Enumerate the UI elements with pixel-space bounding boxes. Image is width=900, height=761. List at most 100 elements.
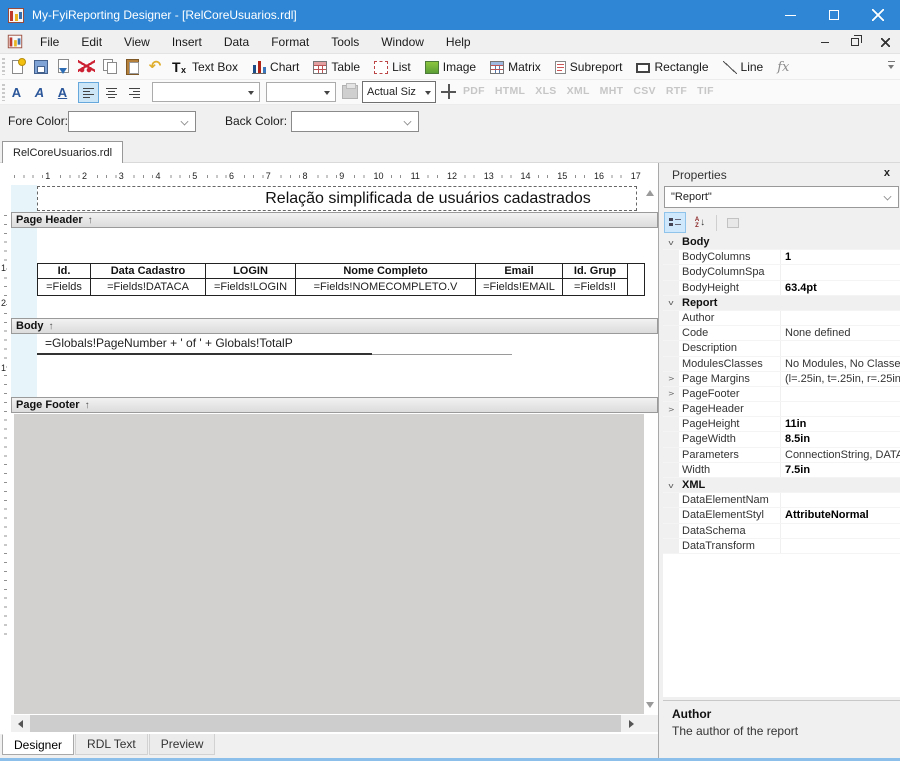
property-value[interactable] bbox=[781, 539, 900, 553]
property-row[interactable]: DataElementNam bbox=[663, 493, 900, 508]
property-row[interactable]: BodyColumnSpa bbox=[663, 265, 900, 280]
insert-toolbar-button[interactable]: Line bbox=[718, 56, 769, 78]
table-header-cell[interactable]: LOGIN bbox=[206, 264, 295, 279]
table-header-cell[interactable]: Id. bbox=[38, 264, 90, 279]
zoom-select[interactable]: Actual Siz bbox=[362, 81, 436, 103]
scrollbar-thumb[interactable] bbox=[30, 715, 621, 732]
property-value[interactable]: (l=.25in, t=.25in, r=.25in, b=.25in) bbox=[781, 372, 900, 386]
property-row[interactable]: Author bbox=[663, 311, 900, 326]
property-value[interactable] bbox=[781, 265, 900, 279]
export-format-label[interactable]: PDF bbox=[463, 85, 485, 97]
print-icon[interactable] bbox=[342, 85, 358, 99]
export-format-label[interactable]: XML bbox=[567, 85, 590, 97]
property-value[interactable]: 8.5in bbox=[781, 432, 900, 446]
property-value[interactable]: No Modules, No Classes defined bbox=[781, 357, 900, 371]
export-button[interactable] bbox=[53, 57, 73, 77]
property-row[interactable]: DataElementStyl AttributeNormal bbox=[663, 508, 900, 523]
cut-button[interactable] bbox=[76, 57, 96, 77]
font-size-select[interactable] bbox=[266, 82, 336, 102]
export-format-label[interactable]: HTML bbox=[495, 85, 525, 97]
property-row[interactable]: v XML bbox=[663, 478, 900, 493]
minimize-button[interactable] bbox=[768, 0, 812, 30]
menu-item[interactable]: Tools bbox=[320, 31, 370, 53]
paste-button[interactable] bbox=[122, 57, 142, 77]
insert-toolbar-button[interactable]: Chart bbox=[247, 56, 304, 78]
mdi-restore-button[interactable] bbox=[848, 34, 862, 50]
view-tab[interactable]: Designer bbox=[2, 734, 74, 755]
export-format-label[interactable]: RTF bbox=[666, 85, 687, 97]
document-tab[interactable]: RelCoreUsuarios.rdl bbox=[2, 141, 123, 163]
table-value-cell[interactable]: =Fields bbox=[38, 279, 90, 295]
view-tab[interactable]: RDL Text bbox=[75, 734, 148, 755]
table-header-cell[interactable]: Email bbox=[476, 264, 562, 279]
font-style-button[interactable]: A bbox=[29, 82, 50, 103]
property-value[interactable]: 1 bbox=[781, 250, 900, 264]
page-number-textbox[interactable]: =Globals!PageNumber + ' of ' + Globals!T… bbox=[45, 336, 293, 350]
property-value[interactable]: ConnectionString, DATA, bbox=[781, 448, 900, 462]
menu-item[interactable]: Help bbox=[435, 31, 482, 53]
table-value-cell[interactable]: =Fields!LOGIN bbox=[206, 279, 295, 295]
properties-close-icon[interactable]: x bbox=[884, 167, 890, 179]
property-row[interactable]: Description bbox=[663, 341, 900, 356]
property-row[interactable]: v Body bbox=[663, 235, 900, 250]
report-line-item[interactable] bbox=[37, 353, 372, 355]
font-name-select[interactable] bbox=[152, 82, 260, 102]
fore-color-select[interactable] bbox=[68, 111, 196, 132]
property-row[interactable]: DataTransform bbox=[663, 539, 900, 554]
property-row[interactable]: BodyColumns 1 bbox=[663, 250, 900, 265]
horizontal-scrollbar[interactable] bbox=[11, 715, 658, 732]
table-header-cell[interactable]: Id. Grup bbox=[563, 264, 627, 279]
back-color-select[interactable] bbox=[291, 111, 419, 132]
align-right-button[interactable] bbox=[124, 82, 145, 103]
property-row[interactable]: ModulesClasses No Modules, No Classes de… bbox=[663, 357, 900, 372]
property-row[interactable]: v Report bbox=[663, 296, 900, 311]
scroll-down-icon[interactable] bbox=[646, 702, 654, 708]
property-row[interactable]: > PageHeader bbox=[663, 402, 900, 417]
export-format-label[interactable]: XLS bbox=[535, 85, 556, 97]
insert-toolbar-button[interactable]: Text Box bbox=[167, 56, 243, 78]
font-style-button[interactable]: A bbox=[52, 82, 73, 103]
table-value-cell[interactable]: =Fields!NOMECOMPLETO.V bbox=[296, 279, 475, 295]
insert-toolbar-button[interactable]: Rectangle bbox=[631, 56, 713, 78]
mdi-minimize-button[interactable] bbox=[818, 34, 832, 50]
insert-toolbar-button[interactable]: Image bbox=[420, 56, 481, 78]
table-value-cell[interactable]: =Fields!EMAIL bbox=[476, 279, 562, 295]
export-format-label[interactable]: MHT bbox=[600, 85, 624, 97]
property-value[interactable] bbox=[781, 311, 900, 325]
menu-item[interactable]: Format bbox=[260, 31, 320, 53]
menu-item[interactable]: Insert bbox=[161, 31, 213, 53]
menu-item[interactable]: File bbox=[29, 31, 70, 53]
alphabetical-button[interactable]: AZ↓ bbox=[689, 212, 711, 233]
property-value[interactable] bbox=[781, 341, 900, 355]
page-footer-section[interactable] bbox=[14, 414, 644, 714]
export-format-label[interactable]: CSV bbox=[633, 85, 656, 97]
scroll-left-button[interactable] bbox=[11, 715, 29, 732]
save-button[interactable] bbox=[30, 57, 50, 77]
scroll-up-icon[interactable] bbox=[646, 190, 654, 196]
table-header-cell[interactable]: Data Cadastro bbox=[91, 264, 205, 279]
maximize-button[interactable] bbox=[812, 0, 856, 30]
new-button[interactable] bbox=[7, 57, 27, 77]
zoom-in-icon[interactable] bbox=[441, 84, 456, 99]
table-value-cell[interactable]: =Fields!I bbox=[563, 279, 627, 295]
page-footer-band[interactable]: Page Footer ↑ bbox=[11, 397, 658, 413]
menu-item[interactable]: Data bbox=[213, 31, 260, 53]
page-header-band[interactable]: Page Header ↑ bbox=[11, 212, 658, 228]
insert-toolbar-button[interactable]: Matrix bbox=[485, 56, 546, 78]
toolbar-overflow-icon[interactable] bbox=[887, 61, 896, 71]
report-title-textbox[interactable]: Relação simplificada de usuários cadastr… bbox=[37, 186, 637, 211]
export-format-label[interactable]: TIF bbox=[697, 85, 714, 97]
property-pages-button[interactable] bbox=[722, 212, 744, 233]
insert-toolbar-button[interactable]: Table bbox=[308, 56, 365, 78]
insert-toolbar-button[interactable]: Subreport bbox=[550, 56, 628, 78]
property-row[interactable]: BodyHeight 63.4pt bbox=[663, 281, 900, 296]
table-header-cell[interactable]: Nome Completo bbox=[296, 264, 475, 279]
property-value[interactable]: 63.4pt bbox=[781, 281, 900, 295]
property-value[interactable]: None defined bbox=[781, 326, 900, 340]
property-value[interactable] bbox=[781, 524, 900, 538]
property-row[interactable]: > PageFooter bbox=[663, 387, 900, 402]
view-tab[interactable]: Preview bbox=[149, 734, 216, 755]
body-band[interactable]: Body ↑ bbox=[11, 318, 658, 334]
property-row[interactable]: DataSchema bbox=[663, 524, 900, 539]
categorized-button[interactable] bbox=[664, 212, 686, 233]
